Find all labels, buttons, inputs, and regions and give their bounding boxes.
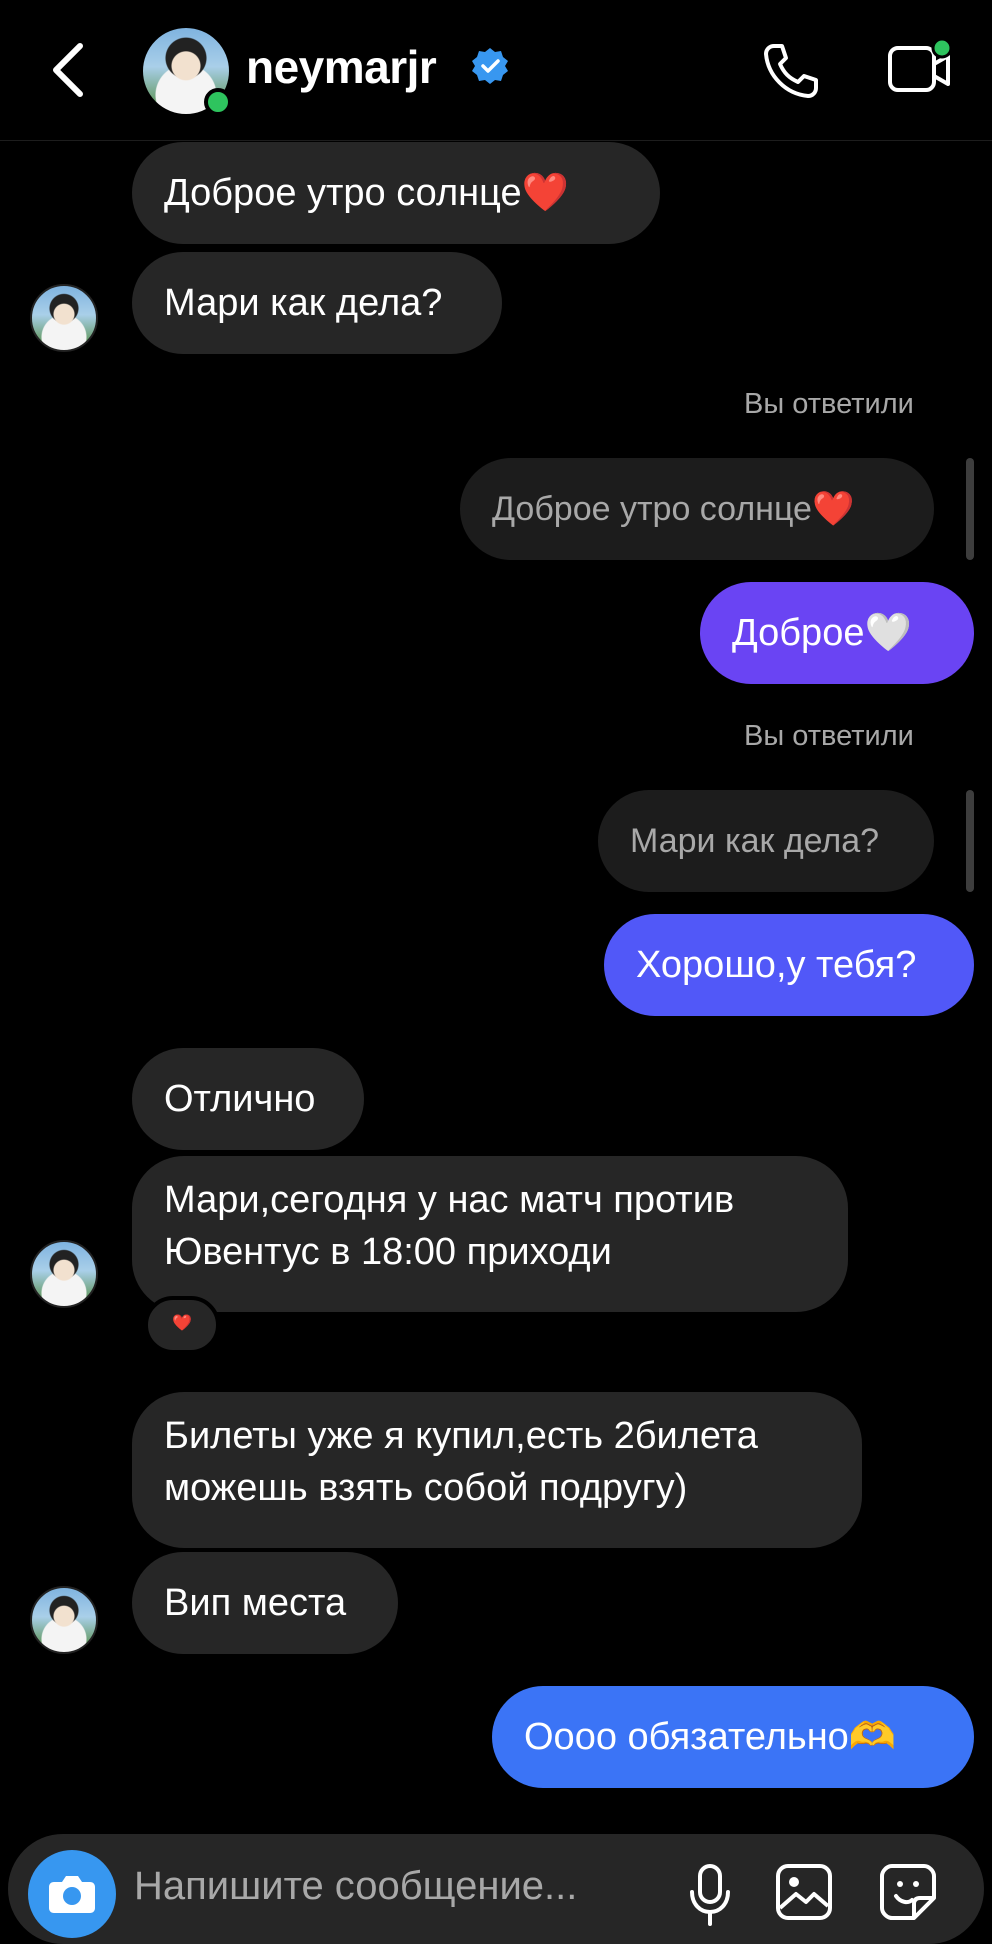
- sticker-icon: [880, 1864, 936, 1920]
- video-call-button[interactable]: [886, 37, 956, 100]
- contact-username[interactable]: neymarjr: [246, 40, 437, 94]
- chevron-left-icon: [53, 43, 83, 97]
- replied-message-preview[interactable]: Мари как дела?: [598, 790, 934, 892]
- image-gallery-icon: [776, 1864, 832, 1920]
- message-bubble-incoming[interactable]: Мари,сегодня у нас матч против Ювентус в…: [132, 1156, 848, 1312]
- message-input[interactable]: Напишите сообщение...: [134, 1864, 577, 1909]
- message-bubble-incoming[interactable]: Билеты уже я купил,есть 2билета можешь в…: [132, 1392, 862, 1548]
- verified-badge-icon: [470, 46, 510, 86]
- message-bubble-outgoing[interactable]: Оооо обязательно🫶: [492, 1686, 974, 1788]
- message-bubble-outgoing[interactable]: Хорошо,у тебя?: [604, 914, 974, 1016]
- back-button[interactable]: [40, 38, 100, 102]
- reply-label: Вы ответили: [744, 720, 914, 752]
- video-call-icon: [888, 37, 953, 92]
- message-bubble-outgoing[interactable]: Доброе🤍: [700, 582, 974, 684]
- reply-indicator-bar: [966, 790, 974, 892]
- sender-avatar[interactable]: [30, 1586, 98, 1654]
- voice-message-button[interactable]: [688, 1864, 732, 1928]
- camera-button[interactable]: [28, 1850, 116, 1938]
- message-composer: Напишите сообщение...: [8, 1834, 984, 1944]
- reply-indicator-bar: [966, 458, 974, 560]
- message-reaction[interactable]: ❤️: [144, 1296, 220, 1354]
- reply-label: Вы ответили: [744, 388, 914, 420]
- message-bubble-incoming[interactable]: Мари как дела?: [132, 252, 502, 354]
- gallery-button[interactable]: [774, 1862, 834, 1922]
- message-bubble-incoming[interactable]: Вип места: [132, 1552, 398, 1654]
- sender-avatar[interactable]: [30, 1240, 98, 1308]
- microphone-icon: [690, 1864, 730, 1926]
- phone-icon: [764, 44, 818, 98]
- replied-message-preview[interactable]: Доброе утро солнце❤️: [460, 458, 934, 560]
- voice-call-button[interactable]: [760, 40, 822, 102]
- camera-icon: [49, 1876, 95, 1913]
- sticker-button[interactable]: [878, 1862, 938, 1922]
- sender-avatar[interactable]: [30, 284, 98, 352]
- online-status-dot: [204, 88, 232, 116]
- message-bubble-incoming[interactable]: Доброе утро солнце❤️: [132, 142, 660, 244]
- chat-header: neymarjr: [0, 0, 992, 141]
- message-bubble-incoming[interactable]: Отлично: [132, 1048, 364, 1150]
